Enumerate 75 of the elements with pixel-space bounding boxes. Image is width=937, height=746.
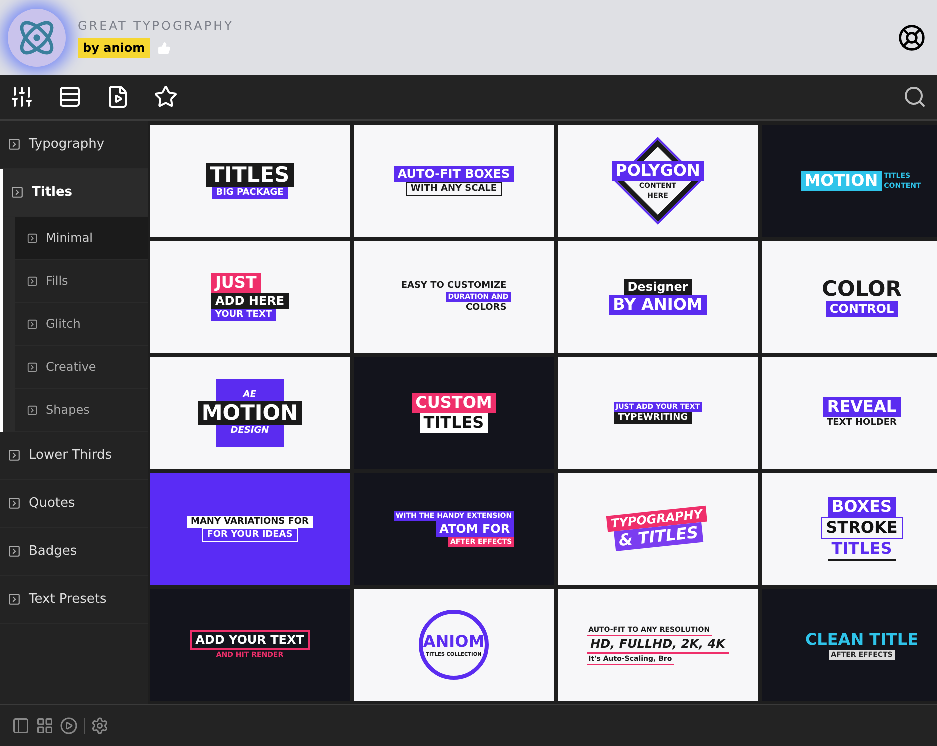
thumbnail-title: WITH ANY SCALE: [406, 182, 502, 196]
thumbnail-title: BIG PACKAGE: [212, 187, 288, 199]
help-icon[interactable]: [898, 24, 926, 52]
thumbnail-title: MOTION: [800, 171, 882, 191]
thumbnail-title: FOR YOUR IDEAS: [202, 528, 298, 542]
thumbnail-title: POLYGON: [612, 161, 704, 181]
category-icon: [8, 497, 21, 510]
thumbs-up-icon[interactable]: [158, 42, 172, 54]
subcategory-item[interactable]: Glitch: [15, 303, 148, 346]
template-thumbnail[interactable]: REVEAL TEXT HOLDER: [762, 357, 937, 469]
panel-icon[interactable]: [12, 716, 30, 734]
logo-icon: [8, 8, 66, 66]
subcategory-icon: [27, 276, 38, 286]
subcategory-icon: [27, 318, 38, 330]
thumbnail-title: MOTION: [198, 401, 302, 425]
template-thumbnail[interactable]: COLOR CONTROL: [762, 241, 937, 353]
thumbnail-title: CLEAN TITLE: [804, 630, 920, 650]
thumbnail-title: MANY VARIATIONS FOR: [187, 516, 313, 528]
category-icon: [8, 545, 21, 558]
thumbnail-title: ATOM FOR: [436, 521, 514, 537]
subcategory-icon: [27, 232, 38, 244]
thumbnail-title: DESIGN: [230, 425, 270, 437]
thumbnail-title: JUST: [211, 273, 261, 293]
thumbnail-title: COLOR: [821, 277, 903, 301]
author-badge: by aniom: [78, 38, 150, 58]
category-icon: [8, 593, 21, 606]
template-thumbnail[interactable]: BOXES STROKE TITLES: [762, 473, 937, 585]
thumbnail-title: AE: [242, 389, 258, 401]
thumbnail-title: REVEAL: [823, 397, 901, 417]
thumbnail-title: STROKE: [821, 517, 903, 539]
thumbnail-title: EASY TO CUSTOMIZE: [400, 280, 508, 292]
subcategory-item[interactable]: Creative: [15, 346, 148, 389]
subcategory-icon: [27, 362, 38, 372]
template-thumbnail[interactable]: JUST ADD HERE YOUR TEXT: [150, 241, 350, 353]
ring-shape: [419, 610, 489, 680]
sliders-icon[interactable]: [10, 85, 34, 109]
play-icon[interactable]: [60, 716, 78, 734]
thumbnail-title: ANIOM: [422, 632, 486, 652]
template-thumbnail[interactable]: AUTO-FIT BOXES WITH ANY SCALE: [354, 125, 554, 237]
subcategory-item[interactable]: Minimal: [15, 217, 148, 260]
star-icon[interactable]: [154, 85, 178, 109]
thumbnail-title: YOUR TEXT: [211, 309, 276, 321]
thumbnail-title: ADD HERE: [211, 293, 289, 309]
thumbnail-title: HD, FULLHD, 2K, 4K: [586, 636, 730, 654]
subcategory-item[interactable]: Fills: [15, 260, 148, 303]
film-document-icon[interactable]: [106, 85, 130, 109]
thumbnail-title: CONTROL: [826, 301, 898, 317]
thumbnail-title: TITLES: [206, 163, 294, 187]
thumbnail-title: BOXES: [828, 497, 896, 517]
category-icon: [11, 186, 24, 199]
category-icon: [8, 138, 21, 151]
thumbnail-title: BY ANIOM: [609, 295, 707, 315]
template-thumbnail[interactable]: MANY VARIATIONS FOR FOR YOUR IDEAS: [150, 473, 350, 585]
thumbnail-title: Designer: [624, 279, 692, 295]
search-icon[interactable]: [903, 85, 927, 109]
thumbnail-title: ADD YOUR TEXT: [190, 630, 310, 650]
template-thumbnail[interactable]: AE MOTION DESIGN: [150, 357, 350, 469]
thumbnail-title: TITLES: [828, 539, 896, 561]
list-icon[interactable]: [58, 85, 82, 109]
template-thumbnail[interactable]: TYPOGRAPHY & TITLES: [558, 473, 758, 585]
thumbnail-title: TEXT HOLDER: [826, 417, 898, 429]
subcategory-icon: [27, 404, 38, 416]
thumbnail-title: CUSTOM: [412, 393, 496, 413]
category-icon: [8, 449, 21, 462]
subcategory-item[interactable]: Shapes: [15, 389, 148, 432]
template-thumbnail[interactable]: TITLES BIG PACKAGE: [150, 125, 350, 237]
template-thumbnail[interactable]: Designer BY ANIOM: [558, 241, 758, 353]
grid-icon[interactable]: [36, 716, 54, 734]
template-thumbnail[interactable]: CUSTOM TITLES: [354, 357, 554, 469]
thumbnail-title: TYPEWRITING: [614, 412, 692, 424]
thumbnail-title: COLORS: [464, 302, 508, 314]
settings-icon[interactable]: [91, 716, 109, 734]
thumbnail-title: TITLES: [420, 413, 488, 433]
app-title: GREAT TYPOGRAPHY: [78, 18, 234, 35]
thumbnail-title: AUTO-FIT BOXES: [394, 166, 514, 182]
